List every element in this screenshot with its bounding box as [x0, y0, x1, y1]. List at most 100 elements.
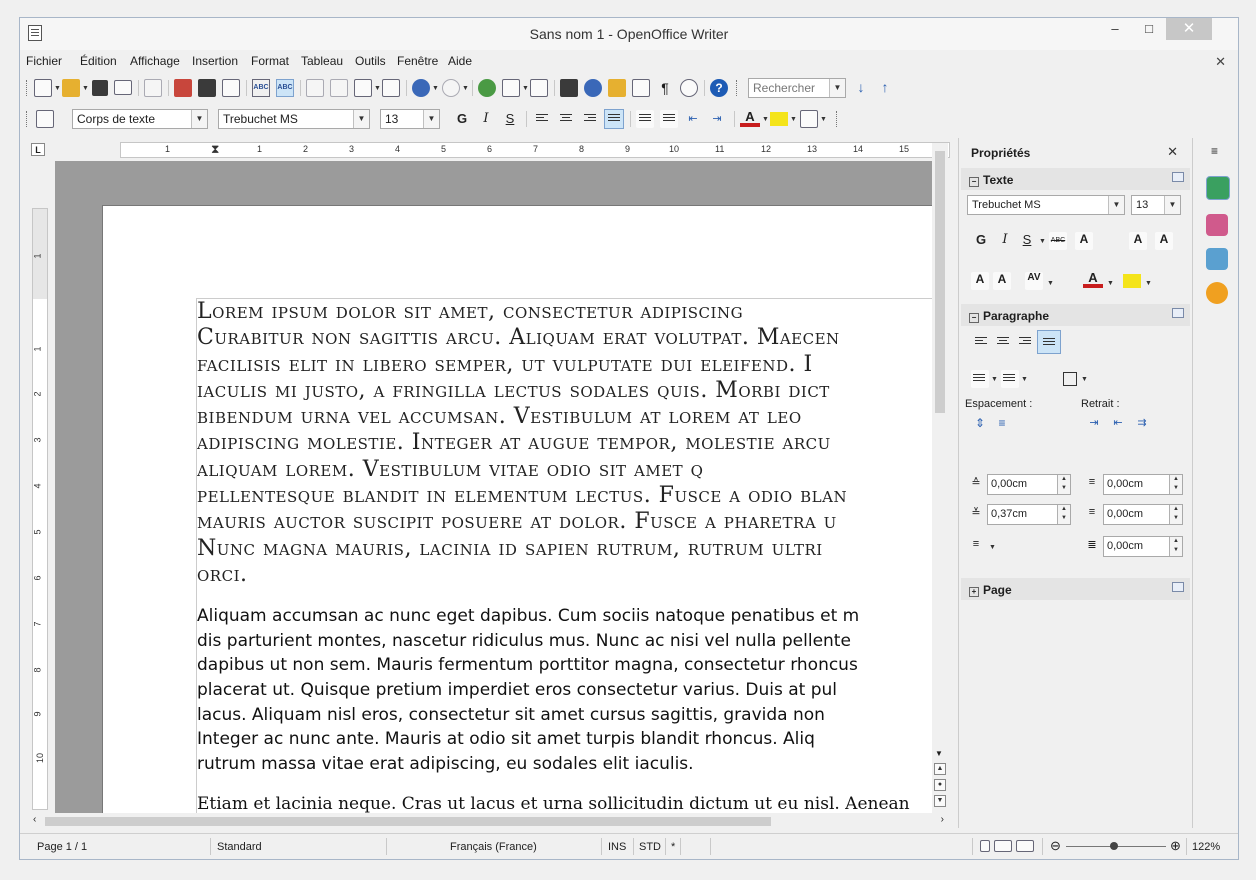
open-folder-icon[interactable]: [62, 79, 80, 97]
font-color-button[interactable]: A: [740, 109, 760, 127]
background-dropdown-icon[interactable]: ▼: [820, 116, 827, 123]
paragraphe-section-header[interactable]: − Paragraphe: [961, 304, 1190, 326]
font-size-select[interactable]: 13 ▼: [380, 109, 440, 129]
auto-spellcheck-icon[interactable]: ABC: [276, 79, 294, 97]
background-color-icon[interactable]: [800, 110, 818, 128]
more-options-icon[interactable]: [1172, 308, 1184, 318]
before-indent-field[interactable]: 0,00cm ▲ ▼: [1103, 474, 1183, 495]
sidebar-numbering-icon[interactable]: [1001, 370, 1019, 388]
clone-format-icon[interactable]: [382, 79, 400, 97]
properties-tab-icon[interactable]: [1206, 176, 1230, 200]
menu-insertion[interactable]: Insertion: [192, 54, 238, 68]
sidebar-bold-button[interactable]: G: [971, 230, 991, 250]
sidebar-align-right-button[interactable]: [1015, 332, 1035, 352]
single-page-view-icon[interactable]: [980, 840, 990, 852]
navigation-icon[interactable]: ●: [934, 779, 946, 791]
new-document-icon[interactable]: [34, 79, 52, 97]
increase-spacing-icon[interactable]: ⇕: [971, 416, 989, 434]
zoom-out-icon[interactable]: ⊖: [1050, 838, 1061, 854]
print-icon[interactable]: [198, 79, 216, 97]
gallery-icon[interactable]: [608, 79, 626, 97]
spin-buttons-icon[interactable]: ▲ ▼: [1169, 475, 1182, 494]
sidebar-justify-button[interactable]: [1037, 330, 1061, 354]
sidebar-highlighting-icon[interactable]: [1123, 274, 1141, 288]
horizontal-scrollbar[interactable]: ‹ ›: [31, 813, 948, 829]
data-sources-icon[interactable]: [632, 79, 650, 97]
superscript-icon[interactable]: A: [971, 272, 989, 290]
zoom-icon[interactable]: [680, 79, 698, 97]
spellcheck-icon[interactable]: ABC: [252, 79, 270, 97]
justify-button[interactable]: [604, 109, 624, 129]
chevron-down-icon[interactable]: ▼: [423, 110, 439, 128]
sidebar-italic-button[interactable]: I: [995, 230, 1015, 250]
menu-aide[interactable]: Aide: [448, 54, 472, 68]
menu-fenetre[interactable]: Fenêtre: [397, 54, 438, 68]
horizontal-scroll-thumb[interactable]: [45, 817, 771, 826]
sidebar-size-select[interactable]: 13 ▼: [1131, 195, 1181, 215]
sidebar-font-select[interactable]: Trebuchet MS ▼: [967, 195, 1125, 215]
zoom-in-icon[interactable]: ⊕: [1170, 838, 1181, 854]
decrease-font-icon[interactable]: A: [1155, 232, 1173, 250]
print-preview-icon[interactable]: [222, 79, 240, 97]
texte-section-header[interactable]: − Texte: [961, 168, 1190, 190]
sidebar-menu-icon[interactable]: ≡: [1211, 144, 1218, 158]
menu-format[interactable]: Format: [251, 54, 289, 68]
bullets-icon[interactable]: [660, 110, 678, 128]
paragraph-background-icon[interactable]: [1063, 372, 1077, 386]
styles-tab-icon[interactable]: [1206, 214, 1228, 236]
toolbar-grip[interactable]: [26, 111, 29, 127]
maximize-button[interactable]: □: [1132, 18, 1166, 40]
menu-affichage[interactable]: Affichage: [130, 54, 180, 68]
navigator-icon[interactable]: [584, 79, 602, 97]
decrease-indent-icon[interactable]: ⇤: [684, 110, 702, 128]
page-section-header[interactable]: + Page: [961, 578, 1190, 600]
shadow-icon[interactable]: A: [1075, 232, 1093, 250]
paragraph-style-select[interactable]: Corps de texte ▼: [72, 109, 208, 129]
sidebar-align-center-button[interactable]: [993, 332, 1013, 352]
spin-buttons-icon[interactable]: ▲ ▼: [1169, 537, 1182, 556]
page-style[interactable]: Standard: [217, 841, 262, 853]
zoom-slider-handle[interactable]: [1110, 842, 1118, 850]
highlighting-icon[interactable]: [770, 112, 788, 126]
collapse-icon[interactable]: −: [969, 177, 979, 187]
search-input[interactable]: Rechercher ▼: [748, 78, 846, 98]
minimize-button[interactable]: –: [1098, 18, 1132, 40]
italic-button[interactable]: I: [476, 109, 496, 129]
scroll-right-icon[interactable]: ›: [941, 814, 944, 825]
previous-page-icon[interactable]: ▲: [934, 763, 946, 775]
tab-stop-type-button[interactable]: L: [31, 143, 45, 156]
bold-button[interactable]: G: [452, 109, 472, 129]
paragraph-serif[interactable]: Etiam et lacinia neque. Cras ut lacus et…: [197, 794, 932, 813]
sidebar-align-left-button[interactable]: [971, 332, 991, 352]
spin-buttons-icon[interactable]: ▲ ▼: [1169, 505, 1182, 524]
chevron-down-icon[interactable]: ▼: [191, 110, 207, 128]
save-icon[interactable]: [92, 80, 108, 96]
bullets-dropdown-icon[interactable]: ▼: [991, 376, 998, 383]
find-replace-icon[interactable]: [560, 79, 578, 97]
vertical-scrollbar[interactable]: ▼ ▲ ● ▼: [932, 143, 948, 813]
selection-mode[interactable]: STD: [639, 841, 661, 853]
new-dropdown-icon[interactable]: ▼: [54, 85, 61, 92]
increase-indent-icon[interactable]: ⇥: [708, 110, 726, 128]
toolbar-grip[interactable]: [836, 111, 839, 127]
indent-marker-icon[interactable]: ⧗: [211, 142, 219, 157]
underline-dropdown-icon[interactable]: ▼: [1039, 238, 1046, 245]
find-previous-icon[interactable]: ↑: [876, 79, 894, 97]
sidebar-increase-indent-icon[interactable]: ⇥: [1085, 416, 1103, 434]
zoom-level[interactable]: 122%: [1192, 841, 1220, 853]
first-line-indent-field[interactable]: 0,00cm ▲ ▼: [1103, 536, 1183, 557]
spacing-dropdown-icon[interactable]: ▼: [1047, 280, 1054, 287]
help-icon[interactable]: ?: [710, 79, 728, 97]
sidebar-bullets-icon[interactable]: [971, 370, 989, 388]
find-next-icon[interactable]: ↓: [852, 79, 870, 97]
paste-icon[interactable]: [354, 79, 372, 97]
document-close-icon[interactable]: ✕: [1215, 54, 1226, 70]
sidebar-underline-button[interactable]: S: [1017, 230, 1037, 250]
underline-button[interactable]: S: [500, 109, 520, 129]
document-modified[interactable]: *: [671, 841, 675, 853]
insert-mode[interactable]: INS: [608, 841, 626, 853]
toolbar-grip[interactable]: [736, 80, 739, 96]
align-left-button[interactable]: [532, 109, 552, 129]
redo-dropdown-icon[interactable]: ▼: [462, 85, 469, 92]
align-right-button[interactable]: [580, 109, 600, 129]
